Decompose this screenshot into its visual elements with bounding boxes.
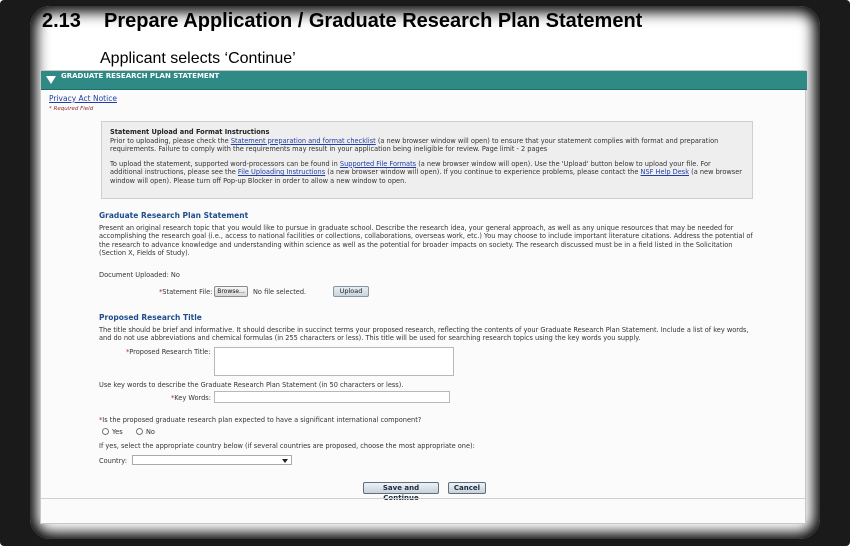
collapse-triangle-icon[interactable] <box>46 76 56 84</box>
radio-no-label: No <box>146 428 155 436</box>
section-header-bar[interactable]: GRADUATE RESEARCH PLAN STATEMENT <box>41 71 807 90</box>
file-uploading-instructions-link[interactable]: File Uploading Instructions <box>238 168 325 176</box>
international-question: *Is the proposed graduate research plan … <box>99 416 421 424</box>
research-title-section-title: Proposed Research Title <box>99 313 202 322</box>
section-number: 2.13 <box>42 10 81 32</box>
section-title: Prepare Application / Graduate Research … <box>104 10 643 32</box>
statement-file-label: *Statement File: <box>159 288 212 296</box>
plan-section-description: Present an original research topic that … <box>99 224 753 258</box>
instructions-heading: Statement Upload and Format Instructions <box>110 128 270 136</box>
proposed-title-label-text: Proposed Research Title: <box>129 348 211 356</box>
keywords-input[interactable] <box>214 391 450 403</box>
country-hint: If yes, select the appropriate country b… <box>99 442 475 450</box>
proposed-title-textarea[interactable] <box>214 347 454 376</box>
format-checklist-link[interactable]: Statement preparation and format checkli… <box>231 137 376 145</box>
keywords-label-text: Key Words: <box>174 394 211 402</box>
supported-file-formats-link[interactable]: Supported File Formats <box>340 160 416 168</box>
instructions-box: Statement Upload and Format Instructions… <box>101 121 753 199</box>
footer-divider <box>41 498 807 499</box>
keywords-label: *Key Words: <box>171 394 211 402</box>
required-field-note: * Required Field <box>49 106 94 112</box>
save-and-continue-button[interactable]: Save and Continue <box>363 482 439 502</box>
privacy-act-notice-link[interactable]: Privacy Act Notice <box>49 94 117 103</box>
radio-yes[interactable] <box>102 428 109 435</box>
doc-heading: 2.13 Prepare Application / Graduate Resea… <box>42 10 642 33</box>
upload-button[interactable]: Upload <box>333 286 369 297</box>
application-screen: GRADUATE RESEARCH PLAN STATEMENT Privacy… <box>40 70 807 524</box>
document-uploaded-status: Document Uploaded: No <box>99 271 180 279</box>
radio-yes-label: Yes <box>112 428 123 436</box>
cancel-button[interactable]: Cancel <box>448 482 486 494</box>
chevron-down-icon <box>282 459 288 463</box>
browse-button[interactable]: Browse... <box>214 286 248 297</box>
doc-subtitle: Applicant selects ‘Continue’ <box>100 50 296 67</box>
radio-no[interactable] <box>136 428 143 435</box>
instructions-text: (a new browser window will open). If you… <box>325 168 641 177</box>
international-question-text: Is the proposed graduate research plan e… <box>102 416 422 424</box>
proposed-title-label: *Proposed Research Title: <box>126 348 210 356</box>
research-title-description: The title should be brief and informativ… <box>99 326 749 343</box>
country-label: Country: <box>99 457 127 465</box>
statement-file-label-text: Statement File: <box>162 288 213 296</box>
no-file-selected-text: No file selected. <box>253 288 307 296</box>
instructions-text: Prior to uploading, please check the <box>110 136 231 145</box>
nsf-help-desk-link[interactable]: NSF Help Desk <box>641 168 690 176</box>
plan-section-title: Graduate Research Plan Statement <box>99 211 249 220</box>
instructions-text: To upload the statement, supported word-… <box>110 159 340 168</box>
country-select[interactable] <box>132 455 292 465</box>
section-header-title: GRADUATE RESEARCH PLAN STATEMENT <box>61 72 220 80</box>
keywords-hint: Use key words to describe the Graduate R… <box>99 381 404 389</box>
